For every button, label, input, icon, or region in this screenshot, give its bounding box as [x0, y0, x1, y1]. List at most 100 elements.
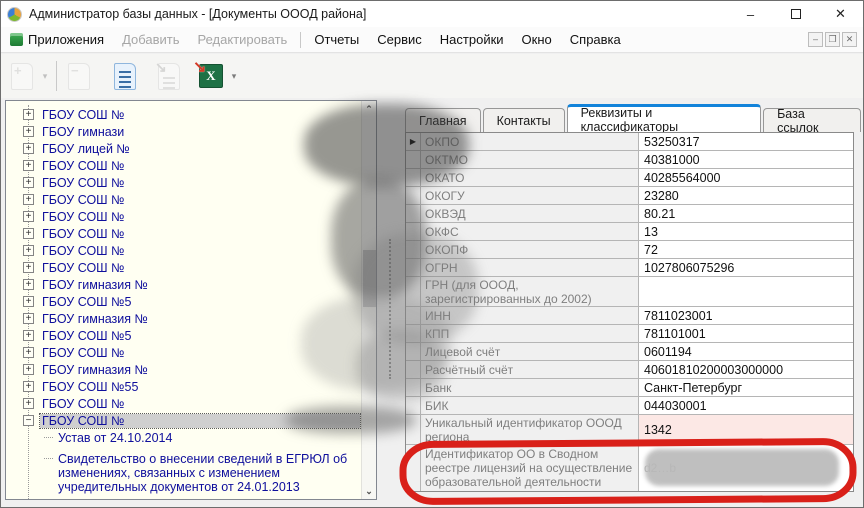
- excel-export-dropdown-icon[interactable]: ▾: [228, 71, 240, 82]
- tree-document-2[interactable]: Свидетельство о внесении сведений в ЕГРЮ…: [56, 452, 356, 494]
- remove-document-button[interactable]: −: [62, 58, 96, 94]
- minimize-button[interactable]: –: [728, 1, 773, 27]
- expand-icon[interactable]: +: [23, 330, 34, 341]
- menu-item-6[interactable]: Настройки: [431, 28, 513, 51]
- tree-item-10[interactable]: +ГБОУ СОШ №: [6, 259, 376, 276]
- tree-item-label: ГБОУ СОШ №: [40, 397, 127, 411]
- tree-item-17[interactable]: + ГБОУ СОШ №55: [6, 378, 376, 395]
- tree-item-7[interactable]: + ГБОУ СОШ №: [6, 208, 376, 225]
- expand-icon[interactable]: +: [23, 177, 34, 188]
- expand-icon[interactable]: +: [23, 262, 34, 273]
- tree-item-6[interactable]: +ГБОУ СОШ №: [6, 191, 376, 208]
- menu-item-label: Сервис: [377, 32, 422, 47]
- field-value[interactable]: 40601810200003000000: [639, 361, 853, 378]
- grid-row-11[interactable]: КПП781101001: [406, 325, 853, 343]
- red-arrow-icon: ↘: [193, 57, 206, 77]
- grid-row-13[interactable]: Расчётный счёт40601810200003000000: [406, 361, 853, 379]
- field-value[interactable]: 40381000: [639, 151, 853, 168]
- field-label: ОКВЭД: [421, 205, 639, 222]
- field-value[interactable]: 13: [639, 223, 853, 240]
- tree-item-label: ГБОУ СОШ №: [40, 176, 127, 190]
- menu-item-1[interactable]: Приложения: [1, 28, 113, 51]
- expand-icon[interactable]: +: [23, 364, 34, 375]
- grid-row-2[interactable]: ОКТМО40381000: [406, 151, 853, 169]
- field-label: ОКАТО: [421, 169, 639, 186]
- field-value[interactable]: 1027806075296: [639, 259, 853, 276]
- grid-row-12[interactable]: Лицевой счёт0601194: [406, 343, 853, 361]
- field-value[interactable]: 044030001: [639, 397, 853, 414]
- excel-export-button[interactable]: X ↘: [194, 58, 228, 94]
- tree-item-11[interactable]: +ГБОУ гимназия №: [6, 276, 376, 293]
- remove-document-icon: −: [68, 63, 90, 90]
- maximize-button[interactable]: [773, 1, 818, 27]
- field-value[interactable]: 0601194: [639, 343, 853, 360]
- tab-4[interactable]: База ссылок: [763, 108, 861, 132]
- add-document-dropdown-icon[interactable]: ▾: [39, 71, 51, 82]
- grid-row-4[interactable]: ОКОГУ23280: [406, 187, 853, 205]
- import-document-button[interactable]: ↘: [152, 58, 186, 94]
- grid-row-6[interactable]: ОКФС13: [406, 223, 853, 241]
- field-value[interactable]: 40285564000: [639, 169, 853, 186]
- field-value[interactable]: Санкт-Петербург: [639, 379, 853, 396]
- grid-row-5[interactable]: ОКВЭД80.21: [406, 205, 853, 223]
- grid-row-3[interactable]: ОКАТО40285564000: [406, 169, 853, 187]
- field-label: ОКОГУ: [421, 187, 639, 204]
- collapse-icon[interactable]: −: [23, 415, 34, 426]
- window-title: Администратор базы данных - [Документы О…: [29, 7, 366, 21]
- expand-icon[interactable]: +: [23, 228, 34, 239]
- tree-item-label: ГБОУ гимназия №: [40, 312, 150, 326]
- tree-item-9[interactable]: +ГБОУ СОШ №: [6, 242, 376, 259]
- menu-item-4[interactable]: Отчеты: [305, 28, 368, 51]
- expand-icon[interactable]: +: [23, 347, 34, 358]
- menu-item-label: Окно: [522, 32, 552, 47]
- expand-icon[interactable]: +: [23, 194, 34, 205]
- tab-bar: ГлавнаяКонтактыРеквизиты и классификатор…: [405, 104, 863, 132]
- tab-2[interactable]: Контакты: [483, 108, 565, 132]
- menu-item-5[interactable]: Сервис: [368, 28, 431, 51]
- mdi-minimize-button[interactable]: –: [808, 32, 823, 47]
- field-label: Банк: [421, 379, 639, 396]
- expand-icon[interactable]: +: [23, 296, 34, 307]
- expand-icon[interactable]: +: [23, 381, 34, 392]
- tree-item-5[interactable]: + ГБОУ СОШ №: [6, 174, 376, 191]
- tab-3[interactable]: Реквизиты и классификаторы: [567, 104, 762, 132]
- view-document-button[interactable]: [108, 58, 142, 94]
- tree-document-1[interactable]: Устав от 24.10.2014: [56, 431, 356, 445]
- field-value[interactable]: 23280: [639, 187, 853, 204]
- expand-icon[interactable]: +: [23, 398, 34, 409]
- grid-row-1[interactable]: ▶ОКПО53250317: [406, 133, 853, 151]
- close-button[interactable]: ✕: [818, 1, 863, 27]
- menu-item-label: Редактировать: [198, 32, 288, 47]
- field-value[interactable]: 7811023001: [639, 307, 853, 324]
- expand-icon[interactable]: +: [23, 109, 34, 120]
- field-value[interactable]: [639, 277, 853, 306]
- expand-icon[interactable]: +: [23, 126, 34, 137]
- expand-icon[interactable]: +: [23, 211, 34, 222]
- scroll-down-icon[interactable]: ⌄: [362, 483, 376, 499]
- expand-icon[interactable]: +: [23, 279, 34, 290]
- tree-item-label: ГБОУ СОШ №55: [40, 380, 140, 394]
- menu-item-8[interactable]: Справка: [561, 28, 630, 51]
- redaction-blur: [286, 406, 416, 434]
- add-document-button[interactable]: +: [5, 58, 39, 94]
- field-value[interactable]: 781101001: [639, 325, 853, 342]
- mdi-close-button[interactable]: ✕: [842, 32, 857, 47]
- field-value[interactable]: 80.21: [639, 205, 853, 222]
- excel-icon: X ↘: [199, 64, 223, 88]
- tree-item-8[interactable]: +ГБОУ СОШ №: [6, 225, 376, 242]
- grid-row-15[interactable]: БИК044030001: [406, 397, 853, 415]
- grid-row-7[interactable]: ОКОПФ72: [406, 241, 853, 259]
- expand-icon[interactable]: +: [23, 313, 34, 324]
- tree-item-label: ГБОУ СОШ №5: [40, 295, 133, 309]
- app-window: Администратор базы данных - [Документы О…: [0, 0, 864, 508]
- tree-item-label: ГБОУ СОШ №: [40, 210, 127, 224]
- expand-icon[interactable]: +: [23, 245, 34, 256]
- expand-icon[interactable]: +: [23, 160, 34, 171]
- menu-item-7[interactable]: Окно: [513, 28, 561, 51]
- mdi-restore-button[interactable]: ❐: [825, 32, 840, 47]
- expand-icon[interactable]: +: [23, 143, 34, 154]
- field-value[interactable]: 72: [639, 241, 853, 258]
- grid-row-14[interactable]: БанкСанкт-Петербург: [406, 379, 853, 397]
- field-value[interactable]: 53250317: [639, 133, 853, 150]
- field-label: ОКФС: [421, 223, 639, 240]
